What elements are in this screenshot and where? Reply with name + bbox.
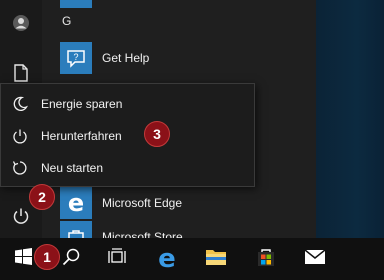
search-icon <box>62 248 80 271</box>
menu-item-restart[interactable]: Neu starten <box>1 152 254 184</box>
user-account-icon[interactable] <box>8 10 34 36</box>
mail-icon <box>304 248 326 270</box>
taskbar-edge-button[interactable]: e <box>144 238 190 280</box>
app-tile-partial <box>60 0 92 8</box>
annotation-badge-2: 2 <box>29 184 55 210</box>
moon-icon <box>10 94 30 114</box>
taskbar-store-button[interactable] <box>243 238 289 280</box>
app-item-get-help[interactable]: ? Get Help <box>60 41 310 75</box>
svg-text:?: ? <box>73 52 78 62</box>
menu-item-label: Neu starten <box>41 161 104 175</box>
store-icon <box>256 247 276 272</box>
power-menu: Energie sparen Herunterfahren Neu starte… <box>0 83 255 187</box>
help-bubble-icon: ? <box>60 42 92 74</box>
app-label: Get Help <box>102 51 150 65</box>
app-label: Microsoft Edge <box>102 196 183 210</box>
start-icon <box>14 248 32 270</box>
menu-item-sleep[interactable]: Energie sparen <box>1 88 254 120</box>
taskbar: 1 e <box>0 238 384 280</box>
annotation-badge-3: 3 <box>144 121 170 147</box>
edge-icon: e <box>60 187 92 219</box>
taskbar-mail-button[interactable] <box>292 238 338 280</box>
menu-item-shutdown[interactable]: Herunterfahren <box>1 120 254 152</box>
restart-icon <box>10 158 30 178</box>
taskbar-file-explorer-button[interactable] <box>193 238 239 280</box>
menu-item-label: Energie sparen <box>41 97 123 111</box>
desktop-background <box>316 0 384 238</box>
file-explorer-icon <box>205 248 227 271</box>
menu-item-label: Herunterfahren <box>41 129 122 143</box>
task-view-button[interactable] <box>94 238 140 280</box>
app-item-microsoft-edge[interactable]: e Microsoft Edge <box>60 186 310 220</box>
letter-header[interactable]: G <box>62 14 71 28</box>
edge-icon: e <box>158 244 176 274</box>
search-button[interactable] <box>48 238 94 280</box>
task-view-icon <box>108 247 126 271</box>
power-button-icon[interactable] <box>8 203 34 229</box>
power-icon <box>10 126 30 146</box>
